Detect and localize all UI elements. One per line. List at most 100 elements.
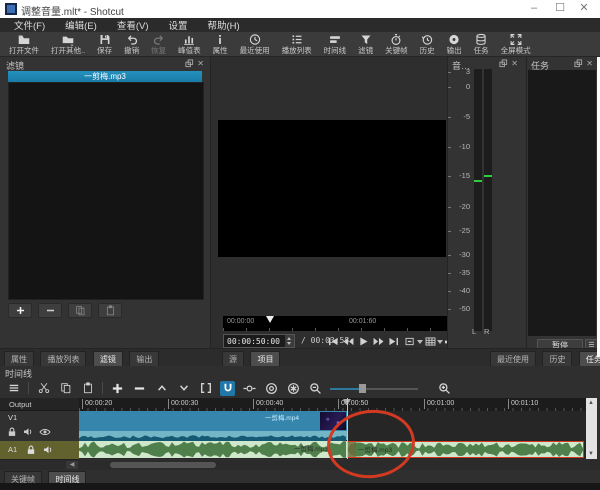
audio-track-header[interactable]: A1 (0, 441, 79, 460)
copy-icon (75, 305, 86, 316)
rewind-button[interactable] (342, 336, 355, 347)
timeline-panel: 时间线 Output 00:00:20 00:00:30 (0, 366, 600, 483)
float-panel-icon[interactable] (499, 59, 508, 68)
playlist-button[interactable]: 播放列表 (277, 32, 317, 57)
properties-button[interactable]: 属性 (208, 32, 233, 57)
timeline-vertical-scrollbar[interactable]: ▲ ▼ (586, 398, 597, 459)
redo-icon (152, 33, 166, 46)
minimize-button[interactable]: – (521, 0, 547, 18)
hamburger-icon (8, 382, 20, 394)
menu-edit[interactable]: 编辑(E) (57, 18, 105, 32)
history-button[interactable]: 历史 (415, 32, 440, 57)
close-panel-icon[interactable]: ✕ (197, 60, 204, 68)
zoom-out-button[interactable] (308, 381, 323, 396)
fullscreen-button[interactable]: 全屏模式 (496, 32, 536, 57)
fast-forward-button[interactable] (372, 336, 385, 347)
scrub-bar[interactable]: 00:00:00 00:01:60 (223, 316, 455, 331)
paste-filters-button[interactable] (98, 303, 122, 318)
float-panel-icon[interactable] (185, 59, 194, 68)
skip-end-button[interactable] (387, 336, 400, 347)
close-button[interactable]: ✕ (571, 0, 597, 18)
overwrite-button[interactable] (176, 381, 191, 396)
play-button[interactable] (357, 336, 370, 347)
keyframes-button[interactable]: 关键帧 (380, 32, 413, 57)
menu-help[interactable]: 帮助(H) (200, 18, 248, 32)
scrollbar-thumb[interactable] (110, 462, 216, 468)
remove-filter-button[interactable] (38, 303, 62, 318)
append-button[interactable] (110, 381, 125, 396)
scroll-up-icon[interactable]: ▲ (588, 400, 594, 406)
maximize-button[interactable]: ☐ (547, 0, 573, 18)
output-track-header[interactable]: Output (0, 398, 79, 411)
cut-button[interactable] (36, 381, 51, 396)
video-preview[interactable] (218, 120, 446, 257)
timeline-button[interactable]: 时间线 (319, 32, 352, 57)
filter-list-selected-item[interactable]: 一剪梅.mp3 (8, 71, 202, 82)
grid-button[interactable] (424, 336, 437, 347)
timeline-ruler[interactable]: 00:00:20 00:00:30 00:00:40 00:00:50 00:0… (79, 398, 586, 412)
copy-filters-button[interactable] (68, 303, 92, 318)
timeline-horizontal-scrollbar[interactable]: ◀ (0, 460, 600, 470)
menu-settings[interactable]: 设置 (160, 18, 195, 32)
skip-start-icon (328, 337, 339, 346)
peak-meter-button[interactable]: 峰值表 (173, 32, 206, 57)
lock-icon[interactable] (26, 445, 36, 455)
skip-start-button[interactable] (327, 336, 340, 347)
recent-button[interactable]: 最近使用 (235, 32, 275, 57)
undo-button[interactable]: 撤销 (119, 32, 144, 57)
mute-icon[interactable] (23, 427, 34, 437)
scroll-down-icon[interactable]: ▼ (588, 451, 594, 457)
lift-button[interactable] (154, 381, 169, 396)
scrub-playhead[interactable] (266, 316, 274, 323)
shotcut-window: 调整音量.mlt* - Shotcut – ☐ ✕ 文件(F) 编辑(E) 查看… (0, 0, 600, 490)
filters-button[interactable]: 滤镜 (353, 32, 378, 57)
zoom-fit-button[interactable] (404, 336, 417, 347)
open-other-button[interactable]: 打开其他.. (46, 32, 90, 57)
save-icon (98, 33, 112, 46)
jobs-button[interactable]: 任务 (469, 32, 494, 57)
filter-list[interactable] (8, 82, 204, 300)
open-file-button[interactable]: 打开文件 (4, 32, 44, 57)
split-icon (200, 382, 212, 394)
lock-icon[interactable] (7, 427, 17, 437)
zoom-slider-thumb[interactable] (359, 384, 366, 393)
close-panel-icon[interactable]: ✕ (586, 60, 593, 68)
ripple-delete-button[interactable] (132, 381, 147, 396)
menu-view[interactable]: 查看(V) (109, 18, 157, 32)
main-toolbar: 打开文件 打开其他.. 保存 撤销 恢复 峰值表 属性 最近使用 (0, 32, 600, 57)
export-button[interactable]: 输出 (442, 32, 467, 57)
mute-icon[interactable] (43, 445, 54, 455)
float-panel-icon[interactable] (574, 59, 583, 68)
close-panel-icon[interactable]: ✕ (511, 60, 518, 68)
meter-scale-label: -50 (448, 304, 470, 313)
timeline-tab-bar: 关键帧 时间线 (0, 471, 600, 483)
hide-icon[interactable] (39, 427, 51, 437)
filters-icon (359, 33, 373, 46)
ripple-all-tracks-button[interactable] (286, 381, 301, 396)
scrub-while-dragging-button[interactable] (242, 381, 257, 396)
export-icon (447, 33, 461, 46)
zoom-in-button[interactable] (437, 381, 452, 396)
menu-file[interactable]: 文件(F) (6, 18, 53, 32)
video-track-header[interactable]: V1 (0, 411, 79, 442)
redo-button[interactable]: 恢复 (146, 32, 171, 57)
paste-button[interactable] (80, 381, 95, 396)
ruler-label: 00:00:40 (253, 399, 283, 409)
timeline-zoom-slider[interactable] (330, 381, 418, 396)
zoom-fit-caret-icon[interactable] (417, 340, 423, 344)
meter-scale-label: -35 (448, 268, 470, 277)
snap-toggle-button[interactable] (220, 381, 235, 396)
ruler-label: 00:01:10 (508, 399, 538, 409)
scroll-left-icon[interactable]: ◀ (66, 461, 78, 469)
spinner-arrows[interactable] (285, 335, 294, 347)
save-button[interactable]: 保存 (92, 32, 117, 57)
jobs-list[interactable] (528, 70, 596, 336)
video-clip[interactable]: 一剪梅.mp4 (79, 411, 348, 440)
timeline-menu-button[interactable] (6, 381, 21, 396)
split-button[interactable] (198, 381, 213, 396)
ripple-toggle-button[interactable] (264, 381, 279, 396)
copy-button[interactable] (58, 381, 73, 396)
audio-clip-1[interactable]: 一剪梅.mp3 (79, 441, 348, 458)
add-filter-button[interactable] (8, 303, 32, 318)
ripple-icon (265, 382, 278, 395)
